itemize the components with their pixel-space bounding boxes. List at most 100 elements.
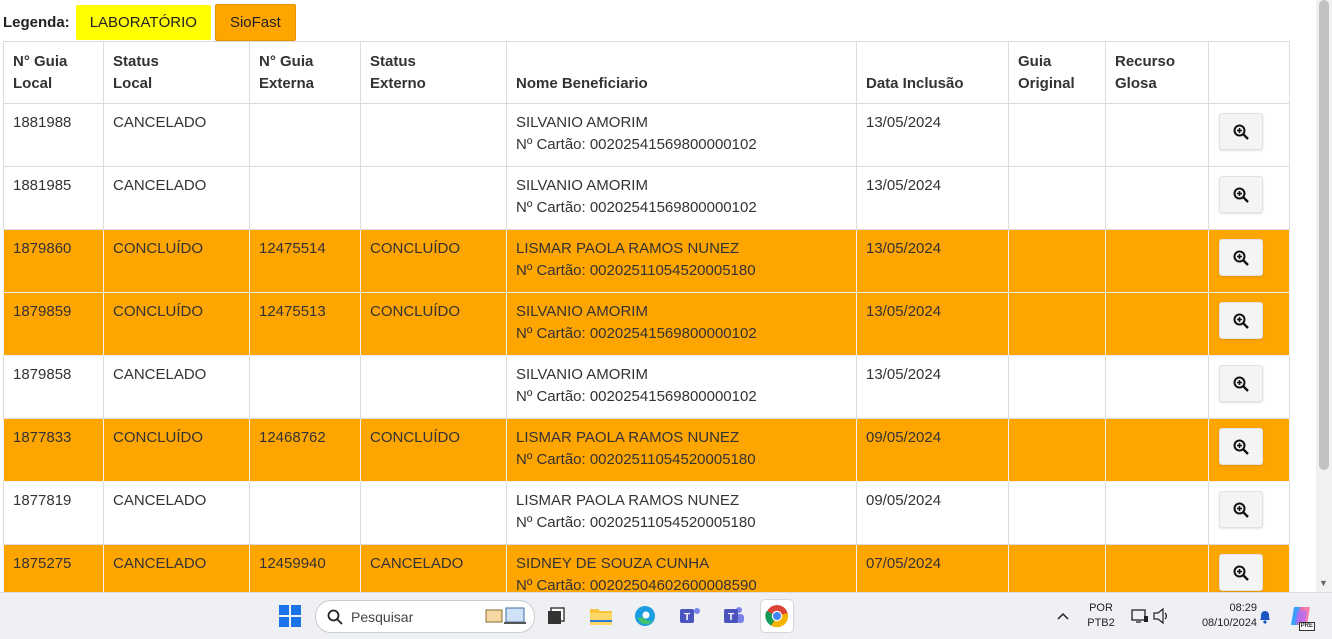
cell-nome-beneficiario: SILVANIO AMORIM Nº Cartão: 00202541569800… <box>506 166 857 230</box>
chevron-up-icon[interactable] <box>1047 600 1079 632</box>
cell-nome-beneficiario: LISMAR PAOLA RAMOS NUNEZ Nº Cartão: 00202… <box>506 229 857 293</box>
view-details-button[interactable] <box>1219 428 1263 465</box>
cell-nome-beneficiario: SILVANIO AMORIM Nº Cartão: 00202541569800… <box>506 355 857 419</box>
view-details-button[interactable] <box>1219 302 1263 339</box>
cell-guia-local: 1881985 <box>3 166 104 230</box>
zoom-in-icon <box>1233 376 1249 392</box>
beneficiario-cartao: Nº Cartão: 00202504602600008590 <box>516 577 757 592</box>
taskbar: Pesquisar T T POR PTB2 08:29 08/10/2024 <box>0 592 1332 639</box>
guias-table: N° Guia Local Status Local N° Guia Externa … <box>3 41 1290 592</box>
zoom-in-icon <box>1233 565 1249 581</box>
col-nome-beneficiario[interactable]: Nome Beneficiario <box>506 41 857 104</box>
language-indicator[interactable]: POR PTB2 <box>1085 601 1117 631</box>
cell-guia-local: 1879858 <box>3 355 104 419</box>
col-recurso-glosa[interactable]: Recurso Glosa <box>1105 41 1209 104</box>
col-acoes <box>1208 41 1290 104</box>
table-header-row: N° Guia Local Status Local N° Guia Externa … <box>3 41 1290 104</box>
beneficiario-nome: LISMAR PAOLA RAMOS NUNEZ <box>516 240 740 257</box>
cell-status-externo <box>360 355 507 419</box>
cell-status-externo <box>360 166 507 230</box>
cell-status-externo: CANCELADO <box>360 544 507 592</box>
clock[interactable]: 08:29 08/10/2024 <box>1183 601 1257 631</box>
cell-nome-beneficiario: SILVANIO AMORIM Nº Cartão: 00202541569800… <box>506 103 857 167</box>
legend-siofast: SioFast <box>214 3 296 41</box>
beneficiario-cartao: Nº Cartão: 00202511054520005180 <box>516 514 756 531</box>
cell-data-inclusao: 13/05/2024 <box>856 229 1009 293</box>
table-body: 1881988 CANCELADO SILVANIO AMORIM Nº Cartão… <box>3 103 1290 592</box>
view-details-button[interactable] <box>1219 113 1263 150</box>
zoom-in-icon <box>1233 250 1249 266</box>
zoom-in-icon <box>1233 502 1249 518</box>
cell-data-inclusao: 09/05/2024 <box>856 481 1009 545</box>
view-details-button[interactable] <box>1219 554 1263 591</box>
cell-nome-beneficiario: SIDNEY DE SOUZA CUNHA Nº Cartão: 00202504… <box>506 544 857 592</box>
cell-guia-original <box>1008 355 1106 419</box>
col-status-externo[interactable]: Status Externo <box>360 41 507 104</box>
scrollbar-thumb[interactable] <box>1319 0 1329 470</box>
teams-icon[interactable]: T <box>674 600 706 632</box>
chrome-icon[interactable] <box>761 600 793 632</box>
beneficiario-nome: SIDNEY DE SOUZA CUNHA <box>516 555 710 572</box>
cell-nome-beneficiario: SILVANIO AMORIM Nº Cartão: 00202541569800… <box>506 292 857 356</box>
view-details-button[interactable] <box>1219 491 1263 528</box>
legend: Legenda: LABORATÓRIO SioFast <box>3 3 296 41</box>
cell-status-externo: CONCLUÍDO <box>360 229 507 293</box>
task-view-icon[interactable] <box>540 600 572 632</box>
cell-status-local: CANCELADO <box>103 481 250 545</box>
cell-guia-original <box>1008 418 1106 482</box>
col-guia-externa[interactable]: N° Guia Externa <box>249 41 361 104</box>
table-row: 1879859 CONCLUÍDO 12475513 CONCLUÍDO SILVANI… <box>3 292 1290 356</box>
col-guia-local[interactable]: N° Guia Local <box>3 41 104 104</box>
col-status-local[interactable]: Status Local <box>103 41 250 104</box>
scroll-down-arrow-icon[interactable]: ▼ <box>1319 578 1328 588</box>
cell-status-local: CANCELADO <box>103 103 250 167</box>
teams-work-icon[interactable]: T <box>718 600 750 632</box>
taskbar-search-box[interactable]: Pesquisar <box>315 600 535 633</box>
cell-data-inclusao: 13/05/2024 <box>856 103 1009 167</box>
volume-icon[interactable] <box>1146 600 1178 632</box>
notification-bell-icon[interactable] <box>1249 600 1281 632</box>
beneficiario-nome: LISMAR PAOLA RAMOS NUNEZ <box>516 429 740 446</box>
beneficiario-cartao: Nº Cartão: 00202541569800000102 <box>516 388 757 405</box>
cell-acoes <box>1208 418 1290 482</box>
cell-recurso-glosa <box>1105 418 1209 482</box>
file-explorer-icon[interactable] <box>585 600 617 632</box>
col-data-inclusao[interactable]: Data Inclusão <box>856 41 1009 104</box>
cell-guia-externa: 12475513 <box>249 292 361 356</box>
cell-status-local: CANCELADO <box>103 166 250 230</box>
cell-data-inclusao: 07/05/2024 <box>856 544 1009 592</box>
copilot-icon[interactable]: PRE <box>1285 600 1317 632</box>
cell-guia-original <box>1008 166 1106 230</box>
cell-guia-original <box>1008 292 1106 356</box>
cell-guia-externa: 12475514 <box>249 229 361 293</box>
cell-data-inclusao: 13/05/2024 <box>856 292 1009 356</box>
cell-recurso-glosa <box>1105 544 1209 592</box>
zoom-in-icon <box>1233 187 1249 203</box>
cell-recurso-glosa <box>1105 355 1209 419</box>
cell-nome-beneficiario: LISMAR PAOLA RAMOS NUNEZ Nº Cartão: 00202… <box>506 481 857 545</box>
col-guia-original[interactable]: Guia Original <box>1008 41 1106 104</box>
view-details-button[interactable] <box>1219 365 1263 402</box>
search-highlight-icon <box>484 606 526 626</box>
beneficiario-cartao: Nº Cartão: 00202541569800000102 <box>516 325 757 342</box>
beneficiario-nome: SILVANIO AMORIM <box>516 366 648 383</box>
cell-status-local: CONCLUÍDO <box>103 229 250 293</box>
zoom-in-icon <box>1233 313 1249 329</box>
search-placeholder: Pesquisar <box>351 608 414 625</box>
view-details-button[interactable] <box>1219 239 1263 276</box>
edge-icon[interactable] <box>629 600 661 632</box>
vertical-scrollbar[interactable]: ▼ <box>1316 0 1332 592</box>
cell-recurso-glosa <box>1105 166 1209 230</box>
table-row: 1877819 CANCELADO LISMAR PAOLA RAMOS NUNEZ… <box>3 481 1290 545</box>
windows-start-icon[interactable] <box>274 600 306 632</box>
cell-guia-externa <box>249 355 361 419</box>
beneficiario-nome: LISMAR PAOLA RAMOS NUNEZ <box>516 492 740 509</box>
cell-acoes <box>1208 166 1290 230</box>
cell-data-inclusao: 13/05/2024 <box>856 166 1009 230</box>
beneficiario-cartao: Nº Cartão: 00202541569800000102 <box>516 136 757 153</box>
cell-status-externo: CONCLUÍDO <box>360 418 507 482</box>
beneficiario-cartao: Nº Cartão: 00202511054520005180 <box>516 262 756 279</box>
cell-guia-externa: 12468762 <box>249 418 361 482</box>
view-details-button[interactable] <box>1219 176 1263 213</box>
beneficiario-nome: SILVANIO AMORIM <box>516 177 648 194</box>
